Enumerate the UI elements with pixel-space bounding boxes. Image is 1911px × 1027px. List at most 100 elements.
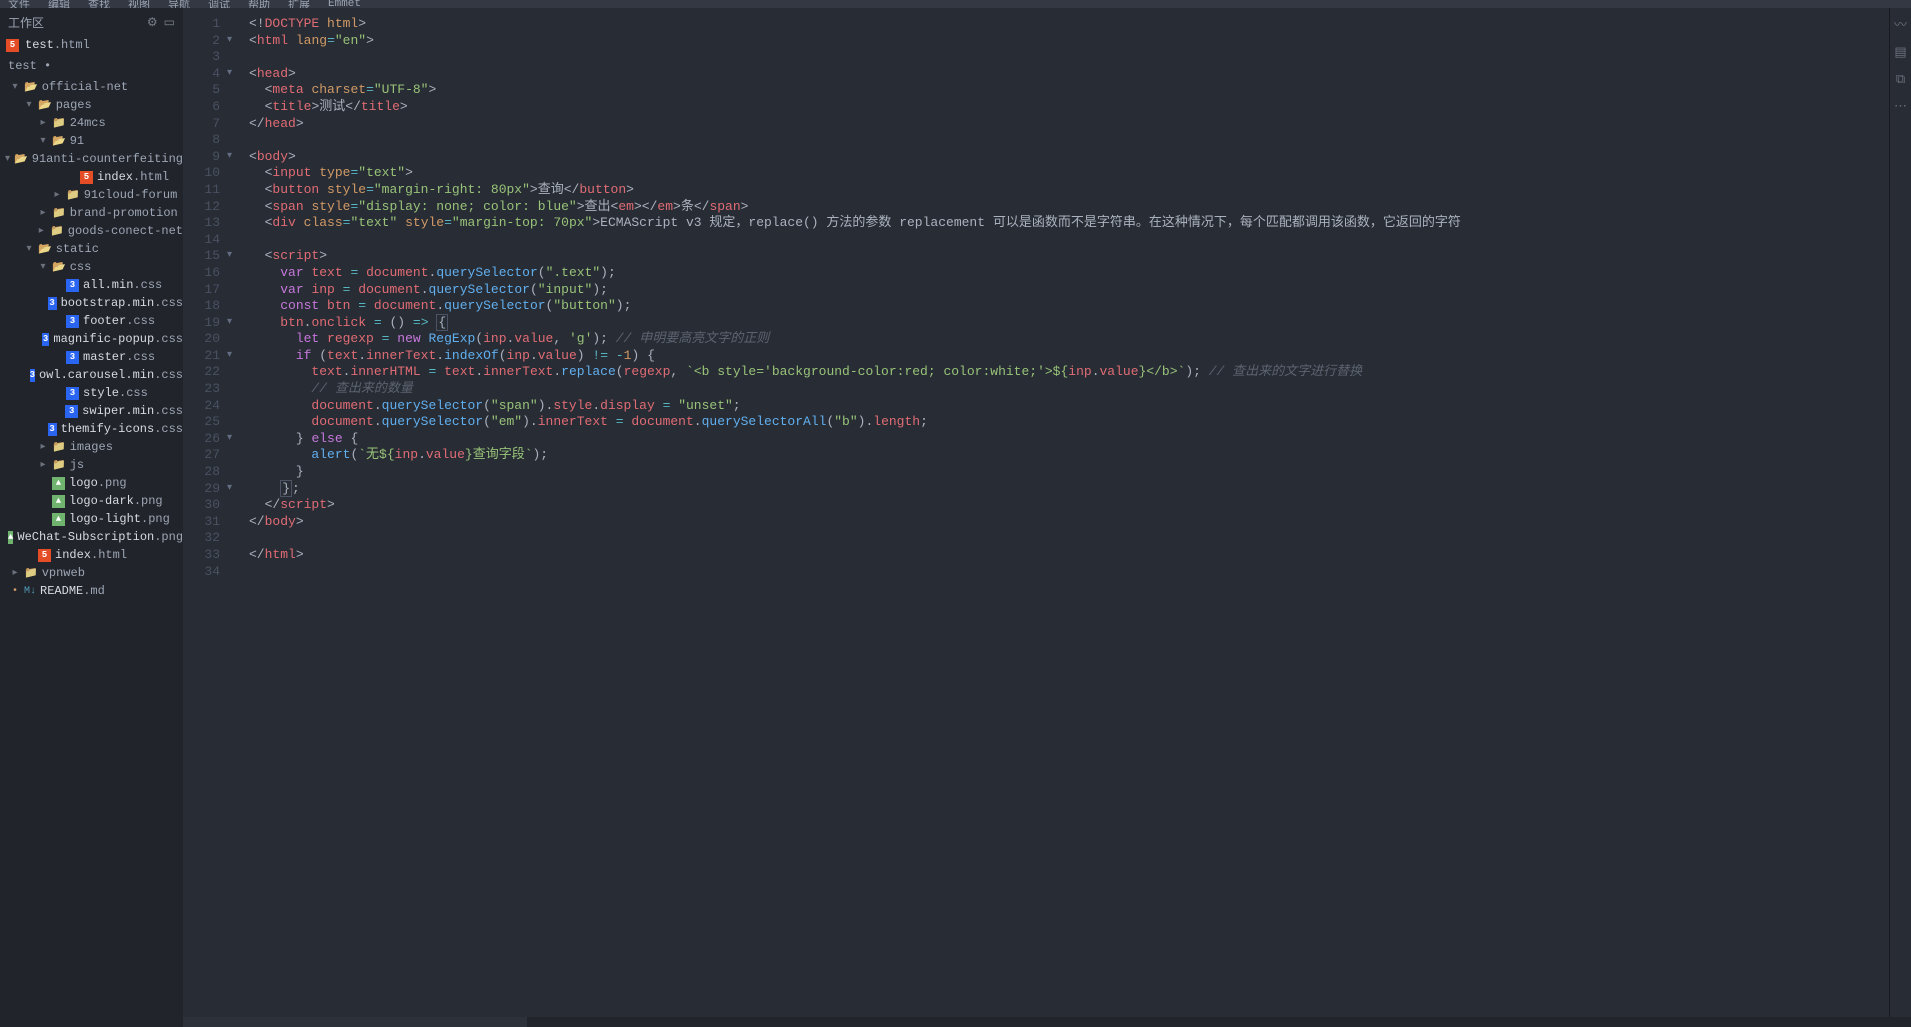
tree-label: themify-icons.css: [61, 422, 183, 436]
folder-icon: [52, 116, 66, 130]
tree-label: footer.css: [83, 314, 155, 328]
folder-goods-conect-net[interactable]: ▸ goods-conect-net: [0, 222, 183, 240]
css-icon: 3: [66, 351, 79, 364]
html-icon: 5: [80, 171, 93, 184]
more-icon[interactable]: ⋯: [1894, 99, 1907, 114]
folder-icon: [52, 206, 66, 220]
caret-icon: ▸: [10, 567, 20, 579]
folder-91anti-counterfeiting[interactable]: ▾ 91anti-counterfeiting: [0, 150, 183, 168]
tree-label: WeChat-Subscription.png: [17, 530, 183, 544]
code-line: [249, 530, 1889, 547]
file-swiper.min[interactable]: 3 swiper.min.css: [0, 402, 183, 420]
file-master[interactable]: 3 master.css: [0, 348, 183, 366]
file-style[interactable]: 3 style.css: [0, 384, 183, 402]
file-README[interactable]: •M↓ README.md: [0, 582, 183, 600]
tree-label: 24mcs: [70, 116, 106, 130]
file-logo-light[interactable]: ▲ logo-light.png: [0, 510, 183, 528]
img-icon: ▲: [52, 513, 65, 526]
caret-icon: ▸: [38, 441, 48, 453]
file-logo[interactable]: ▲ logo.png: [0, 474, 183, 492]
tree-label: css: [70, 260, 92, 274]
md-icon: M↓: [24, 586, 36, 597]
file-index[interactable]: 5 index.html: [0, 546, 183, 564]
folder-pages[interactable]: ▾ pages: [0, 96, 183, 114]
file-index[interactable]: 5 index.html: [0, 168, 183, 186]
open-file-row[interactable]: 5 test.html: [0, 36, 183, 54]
folder-91[interactable]: ▾ 91: [0, 132, 183, 150]
tree-label: vpnweb: [42, 566, 85, 580]
open-file-ext: .html: [54, 38, 90, 52]
code-line: <!DOCTYPE html>: [249, 16, 1889, 33]
file-themify-icons[interactable]: 3 themify-icons.css: [0, 420, 183, 438]
folder-css[interactable]: ▾ css: [0, 258, 183, 276]
gear-icon[interactable]: ⚙: [147, 15, 158, 30]
code-line: document.querySelector("em").innerText =…: [249, 414, 1889, 431]
file-logo-dark[interactable]: ▲ logo-dark.png: [0, 492, 183, 510]
fold-icon[interactable]: ▾: [227, 315, 232, 332]
extension-icon[interactable]: ⧉: [1896, 72, 1905, 87]
split-icon[interactable]: ▭: [164, 15, 175, 30]
caret-icon: ▾: [10, 81, 20, 93]
tree-label: master.css: [83, 350, 155, 364]
file-footer[interactable]: 3 footer.css: [0, 312, 183, 330]
file-bootstrap.min[interactable]: 3 bootstrap.min.css: [0, 294, 183, 312]
fold-icon[interactable]: ▾: [227, 348, 232, 365]
tree-label: 91cloud-forum: [84, 188, 178, 202]
code-line: let regexp = new RegExp(inp.value, 'g');…: [249, 331, 1889, 348]
code-line: <meta charset="UTF-8">: [249, 82, 1889, 99]
code-line: <span style="display: none; color: blue"…: [249, 199, 1889, 216]
code-line: document.querySelector("span").style.dis…: [249, 398, 1889, 415]
file-owl.carousel.min[interactable]: 3 owl.carousel.min.css: [0, 366, 183, 384]
activity-icon[interactable]: 〰: [1894, 14, 1907, 33]
fold-icon[interactable]: ▾: [227, 431, 232, 448]
html-icon: 5: [38, 549, 51, 562]
menu-帮助[interactable]: 帮助: [248, 0, 270, 8]
code-line: const btn = document.querySelector("butt…: [249, 298, 1889, 315]
code-line: } else {: [249, 431, 1889, 448]
folder-24mcs[interactable]: ▸ 24mcs: [0, 114, 183, 132]
menu-视图[interactable]: 视图: [128, 0, 150, 8]
code-line: </script>: [249, 497, 1889, 514]
tree-label: style.css: [83, 386, 148, 400]
statusbar-segment: [183, 1017, 527, 1027]
fold-icon[interactable]: ▾: [227, 248, 232, 265]
fold-icon[interactable]: ▾: [227, 481, 232, 498]
code-line: <button style="margin-right: 80px">查询</b…: [249, 182, 1889, 199]
menu-扩展[interactable]: 扩展: [288, 0, 310, 8]
menu-文件[interactable]: 文件: [8, 0, 30, 8]
menu-Emmet[interactable]: Emmet: [328, 0, 361, 8]
menu-查找[interactable]: 查找: [88, 0, 110, 8]
code-line: };: [249, 481, 1889, 498]
clipboard-icon[interactable]: ▤: [1894, 45, 1906, 60]
folder-vpnweb[interactable]: ▸ vpnweb: [0, 564, 183, 582]
caret-icon: ▾: [24, 243, 34, 255]
file-WeChat-Subscription[interactable]: ▲ WeChat-Subscription.png: [0, 528, 183, 546]
menu-导航[interactable]: 导航: [168, 0, 190, 8]
folder-brand-promotion[interactable]: ▸ brand-promotion: [0, 204, 183, 222]
tree-label: 91: [70, 134, 84, 148]
img-icon: ▲: [52, 477, 65, 490]
code-area[interactable]: <!DOCTYPE html><html lang="en"><head> <m…: [237, 8, 1889, 1017]
caret-icon: ▾: [5, 153, 10, 165]
folder-js[interactable]: ▸ js: [0, 456, 183, 474]
fold-icon[interactable]: ▾: [227, 149, 232, 166]
fold-icon[interactable]: ▾: [227, 33, 232, 50]
folder-static[interactable]: ▾ static: [0, 240, 183, 258]
fold-icon[interactable]: ▾: [227, 66, 232, 83]
folder-91cloud-forum[interactable]: ▸ 91cloud-forum: [0, 186, 183, 204]
css-icon: 3: [42, 333, 50, 346]
caret-icon: ▸: [52, 189, 62, 201]
code-line: var inp = document.querySelector("input"…: [249, 282, 1889, 299]
file-tree: ▾ official-net▾ pages▸ 24mcs▾ 91▾ 91anti…: [0, 78, 183, 1017]
file-magnific-popup[interactable]: 3 magnific-popup.css: [0, 330, 183, 348]
menu-调试[interactable]: 调试: [208, 0, 230, 8]
project-root[interactable]: test •: [0, 54, 183, 78]
css-icon: 3: [48, 297, 57, 310]
caret-icon: ▾: [38, 135, 48, 147]
folder-official-net[interactable]: ▾ official-net: [0, 78, 183, 96]
menu-编辑[interactable]: 编辑: [48, 0, 70, 8]
folder-images[interactable]: ▸ images: [0, 438, 183, 456]
tree-label: swiper.min.css: [82, 404, 183, 418]
file-all.min[interactable]: 3 all.min.css: [0, 276, 183, 294]
tree-label: magnific-popup.css: [53, 332, 183, 346]
